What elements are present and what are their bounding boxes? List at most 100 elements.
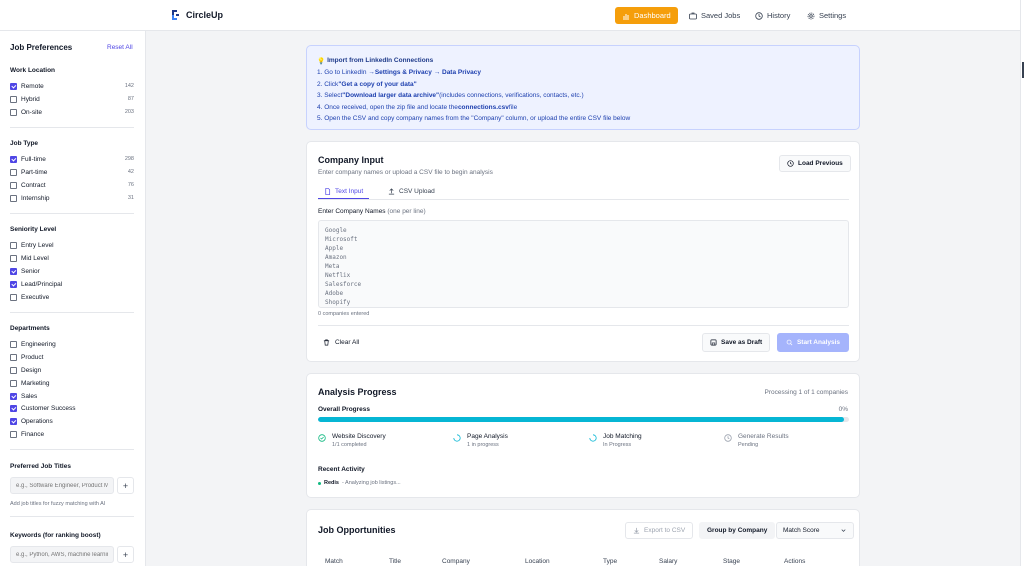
checkbox[interactable] xyxy=(10,181,17,189)
checkbox[interactable] xyxy=(10,194,17,202)
import-title: 💡 Import from LinkedIn Connections xyxy=(317,54,849,67)
filter-label: Operations xyxy=(21,417,53,425)
column-title[interactable]: Title xyxy=(389,558,401,565)
page-scrollbar[interactable] xyxy=(1020,0,1024,566)
divider xyxy=(10,312,134,313)
stage-name: Job Matching xyxy=(603,433,642,440)
filter-executive[interactable]: Executive xyxy=(10,292,134,302)
step-text: file xyxy=(508,103,518,111)
nav-saved-jobs[interactable]: Saved Jobs xyxy=(682,7,747,24)
checkbox[interactable] xyxy=(10,155,17,163)
filter-operations[interactable]: Operations xyxy=(10,416,134,426)
filter-sales[interactable]: Sales xyxy=(10,391,134,401)
checkbox[interactable] xyxy=(10,404,17,412)
start-analysis-button[interactable]: Start Analysis xyxy=(777,333,849,352)
nav-settings[interactable]: Settings xyxy=(800,7,853,24)
column-actions[interactable]: Actions xyxy=(784,558,805,565)
checkbox[interactable] xyxy=(10,340,17,348)
step-text: 3. Select xyxy=(317,92,343,100)
checkbox[interactable] xyxy=(10,293,17,301)
save-draft-label: Save as Draft xyxy=(721,339,763,346)
column-salary[interactable]: Salary xyxy=(659,558,677,565)
keywords-input[interactable] xyxy=(10,546,114,563)
filter-marketing[interactable]: Marketing xyxy=(10,378,134,388)
brand[interactable]: CircleUp xyxy=(170,9,223,21)
column-stage[interactable]: Stage xyxy=(723,558,740,565)
filter-product[interactable]: Product xyxy=(10,352,134,362)
filter-mid-level[interactable]: Mid Level xyxy=(10,253,134,263)
filter-internship[interactable]: Internship 31 xyxy=(10,193,134,203)
import-title-text: Import from LinkedIn Connections xyxy=(327,57,434,64)
job-titles-input[interactable] xyxy=(10,477,114,494)
column-type[interactable]: Type xyxy=(603,558,617,565)
add-keyword-button[interactable]: + xyxy=(117,546,134,563)
group-by-company-button[interactable]: Group by Company xyxy=(699,522,776,539)
filter-label: Entry Level xyxy=(21,241,54,249)
status-dot-icon xyxy=(318,481,321,485)
filter-remote[interactable]: Remote 142 xyxy=(10,81,134,91)
filter-label: Mid Level xyxy=(21,254,49,262)
filter-full-time[interactable]: Full-time 298 xyxy=(10,154,134,164)
filter-hybrid[interactable]: Hybrid 87 xyxy=(10,94,134,104)
placeholder-line: Adobe xyxy=(325,290,344,297)
checkbox[interactable] xyxy=(10,168,17,176)
checkbox[interactable] xyxy=(10,366,17,374)
load-previous-button[interactable]: Load Previous xyxy=(779,155,851,172)
tab-csv-upload[interactable]: CSV Upload xyxy=(382,184,441,199)
job-titles-help: Add job titles for fuzzy matching with A… xyxy=(10,501,106,507)
clear-all-button[interactable]: Clear All xyxy=(318,334,364,351)
sort-value: Match Score xyxy=(783,527,820,534)
step-text: 4. Once received, open the zip file and … xyxy=(317,103,458,111)
column-company[interactable]: Company xyxy=(442,558,470,565)
filter-contract[interactable]: Contract 76 xyxy=(10,180,134,190)
checkbox[interactable] xyxy=(10,82,17,90)
filter-label: Sales xyxy=(21,392,38,400)
filter-label: Product xyxy=(21,353,44,361)
filter-customer-success[interactable]: Customer Success xyxy=(10,403,134,413)
filter-onsite[interactable]: On-site 203 xyxy=(10,107,134,117)
job-titles-title: Preferred Job Titles xyxy=(10,463,71,470)
nav-settings-label: Settings xyxy=(819,11,847,20)
nav-dashboard[interactable]: Dashboard xyxy=(615,7,678,24)
sort-select[interactable]: Match Score xyxy=(776,522,854,539)
checkbox[interactable] xyxy=(10,379,17,387)
column-location[interactable]: Location xyxy=(525,558,550,565)
filter-finance[interactable]: Finance xyxy=(10,429,134,439)
checkbox[interactable] xyxy=(10,392,17,400)
checkbox[interactable] xyxy=(10,430,17,438)
sidebar-title: Job Preferences xyxy=(10,43,73,52)
company-names-textarea[interactable]: Google Microsoft Apple Amazon Meta Netfl… xyxy=(318,220,849,308)
tab-label: Text Input xyxy=(335,187,364,195)
checkbox[interactable] xyxy=(10,280,17,288)
progress-fill xyxy=(318,417,844,422)
checkbox[interactable] xyxy=(10,254,17,262)
filter-design[interactable]: Design xyxy=(10,365,134,375)
checkbox[interactable] xyxy=(10,108,17,116)
add-title-button[interactable]: + xyxy=(117,477,134,494)
clock-icon xyxy=(724,434,732,442)
checkbox[interactable] xyxy=(10,267,17,275)
reset-all-link[interactable]: Reset All xyxy=(107,44,133,51)
import-step-3: 3. Select "Download larger data archive"… xyxy=(317,90,849,102)
filter-lead-principal[interactable]: Lead/Principal xyxy=(10,279,134,289)
label-hint: (one per line) xyxy=(387,208,426,215)
progress-status: Processing 1 of 1 companies xyxy=(764,389,848,396)
start-analysis-label: Start Analysis xyxy=(796,339,841,346)
filter-entry-level[interactable]: Entry Level xyxy=(10,240,134,250)
checkbox[interactable] xyxy=(10,95,17,103)
checkbox[interactable] xyxy=(10,353,17,361)
filter-senior[interactable]: Senior xyxy=(10,266,134,276)
checkbox[interactable] xyxy=(10,241,17,249)
checkbox[interactable] xyxy=(10,417,17,425)
nav-history[interactable]: History xyxy=(748,7,797,24)
filter-label: Executive xyxy=(21,293,50,301)
export-csv-button[interactable]: Export to CSV xyxy=(625,522,694,539)
filter-part-time[interactable]: Part-time 42 xyxy=(10,167,134,177)
tab-text-input[interactable]: Text Input xyxy=(318,184,370,199)
filter-engineering[interactable]: Engineering xyxy=(10,339,134,349)
save-draft-button[interactable]: Save as Draft xyxy=(702,333,771,352)
placeholder-line: Meta xyxy=(325,263,340,270)
column-match[interactable]: Match xyxy=(325,558,343,565)
clear-all-label: Clear All xyxy=(335,339,360,346)
import-step-2: 2. Click "Get a copy of your data" xyxy=(317,79,849,91)
